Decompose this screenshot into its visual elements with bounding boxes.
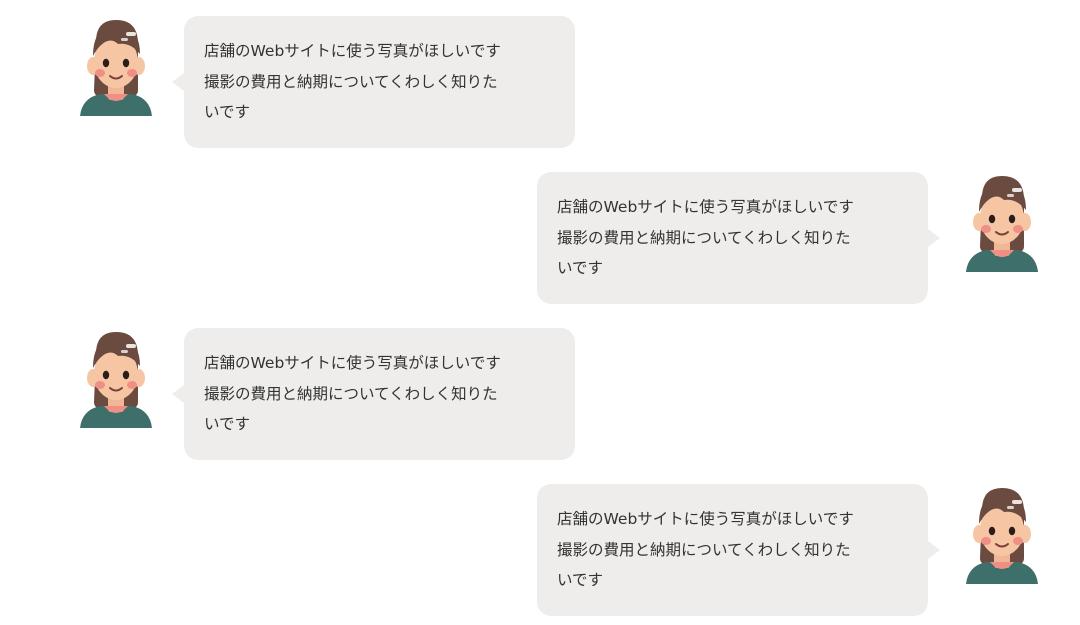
message-line: 店舗のWebサイトに使う写真がほしいです (204, 42, 501, 60)
message-line: 撮影の費用と納期についてくわしく知りた (557, 540, 851, 559)
message-line: 店舗のWebサイトに使う写真がほしいです (204, 354, 501, 372)
message-bubble: 店舗のWebサイトに使う写真がほしいです 撮影の費用と納期についてくわしく知りた… (172, 16, 575, 148)
message-line: いです (557, 571, 604, 589)
message-line: 撮影の費用と納期についてくわしく知りた (557, 228, 851, 247)
chat-message: 店舗のWebサイトに使う写真がほしいです 撮影の費用と納期についてくわしく知りた… (0, 328, 1080, 460)
chat-message: 店舗のWebサイトに使う写真がほしいです 撮影の費用と納期についてくわしく知りた… (0, 172, 1080, 304)
woman-avatar-icon (952, 484, 1052, 584)
message-bubble: 店舗のWebサイトに使う写真がほしいです 撮影の費用と納期についてくわしく知りた… (537, 172, 940, 304)
woman-avatar-icon (66, 16, 166, 116)
message-line: 店舗のWebサイトに使う写真がほしいです (557, 510, 854, 528)
message-line: 撮影の費用と納期についてくわしく知りた (204, 72, 498, 91)
woman-avatar-icon (66, 328, 166, 428)
message-line: いです (204, 415, 251, 433)
message-bubble: 店舗のWebサイトに使う写真がほしいです 撮影の費用と納期についてくわしく知りた… (172, 328, 575, 460)
chat-message: 店舗のWebサイトに使う写真がほしいです 撮影の費用と納期についてくわしく知りた… (0, 484, 1080, 616)
message-line: 店舗のWebサイトに使う写真がほしいです (557, 198, 854, 216)
message-line: いです (204, 103, 251, 121)
chat-message: 店舗のWebサイトに使う写真がほしいです 撮影の費用と納期についてくわしく知りた… (0, 16, 1080, 148)
woman-avatar-icon (952, 172, 1052, 272)
message-line: いです (557, 259, 604, 277)
message-line: 撮影の費用と納期についてくわしく知りた (204, 384, 498, 403)
message-bubble: 店舗のWebサイトに使う写真がほしいです 撮影の費用と納期についてくわしく知りた… (537, 484, 940, 616)
